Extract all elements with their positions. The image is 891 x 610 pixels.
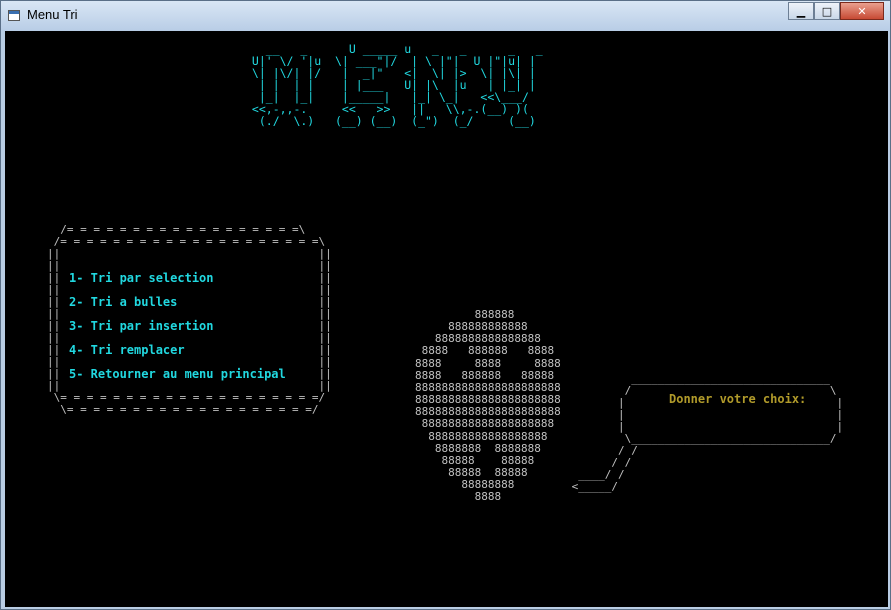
menu-list: 1- Tri par selection 2- Tri a bulles 3- … bbox=[69, 272, 286, 392]
menu-item-remplacer: 4- Tri remplacer bbox=[69, 343, 185, 357]
menu-item-retour: 5- Retourner au menu principal bbox=[69, 367, 286, 381]
speech-bubble: ______________________________ / \ | | |… bbox=[571, 372, 844, 493]
menu-item-bulles: 2- Tri a bulles bbox=[69, 295, 178, 309]
console-app-icon[interactable] bbox=[8, 10, 20, 21]
close-button[interactable]: ✕ bbox=[840, 2, 884, 20]
console-area[interactable]: __ _ U _____ u _ _ _ _ U|' \/ '|u \| ___… bbox=[5, 31, 888, 607]
console-window: Menu Tri ▁ □ ✕ __ _ U _____ u _ _ _ _ U|… bbox=[0, 0, 891, 610]
title-bar[interactable]: Menu Tri ▁ □ ✕ bbox=[1, 1, 890, 31]
menu-item-insertion: 3- Tri par insertion bbox=[69, 319, 214, 333]
choice-prompt: Donner votre choix: bbox=[669, 392, 807, 406]
ascii-face: 888888 888888888888 8888888888888888 888… bbox=[415, 308, 561, 504]
menu-item-selection: 1- Tri par selection bbox=[69, 271, 214, 285]
minimize-button[interactable]: ▁ bbox=[788, 2, 814, 20]
menu-ascii-banner: __ _ U _____ u _ _ _ _ U|' \/ '|u \| ___… bbox=[251, 42, 543, 128]
window-controls: ▁ □ ✕ bbox=[788, 2, 884, 21]
window-title: Menu Tri bbox=[27, 7, 78, 22]
maximize-button[interactable]: □ bbox=[814, 2, 840, 20]
